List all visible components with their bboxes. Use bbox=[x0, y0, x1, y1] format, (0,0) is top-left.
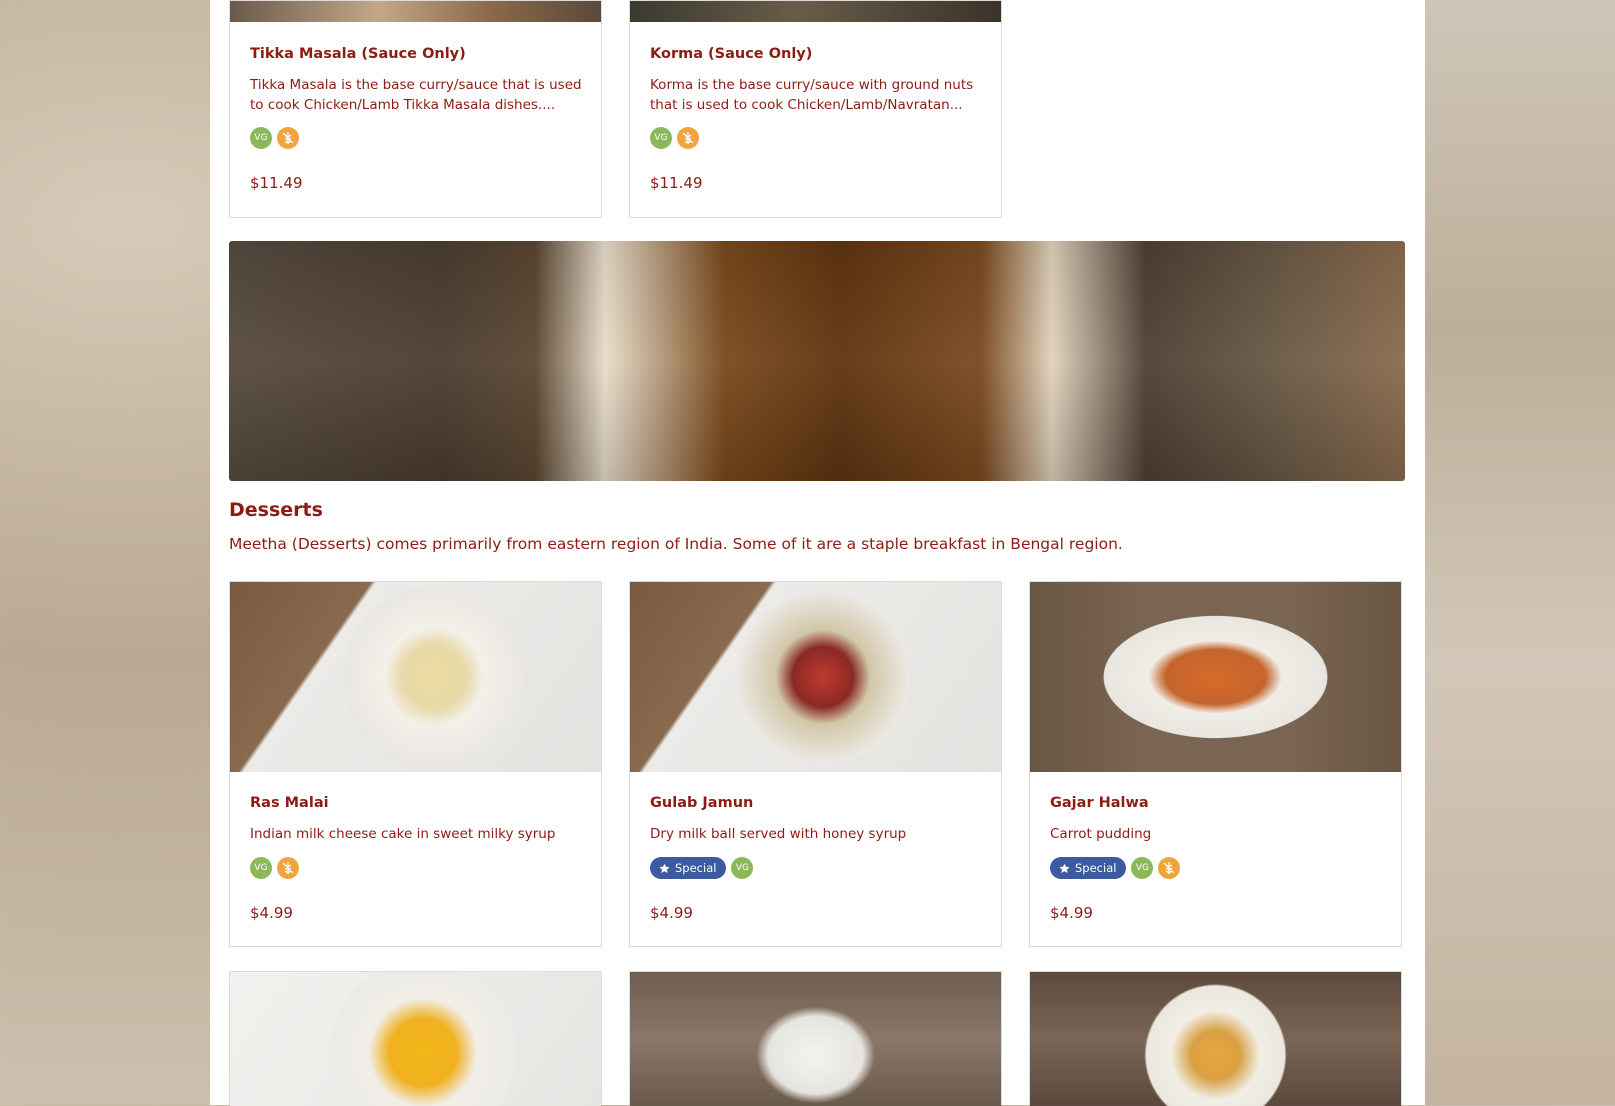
wheat-icon bbox=[1158, 857, 1181, 879]
item-name[interactable]: Gulab Jamun bbox=[650, 795, 753, 811]
special-badge: Special bbox=[650, 857, 727, 879]
background-right bbox=[1425, 0, 1615, 1105]
special-label: Special bbox=[675, 861, 717, 875]
item-tags: Special VG bbox=[650, 857, 754, 879]
menu-item-card[interactable]: Ras Malai Indian milk cheese cake in swe… bbox=[229, 581, 602, 947]
section-description: Meetha (Desserts) comes primarily from e… bbox=[229, 535, 1123, 553]
vg-icon: VG bbox=[1131, 857, 1154, 879]
special-badge: Special bbox=[1050, 857, 1127, 879]
item-image bbox=[230, 972, 601, 1106]
item-image bbox=[630, 1, 1001, 22]
special-label: Special bbox=[1075, 861, 1117, 875]
star-icon bbox=[1059, 862, 1070, 873]
menu-item-card[interactable]: Korma (Sauce Only) Korma is the base cur… bbox=[629, 0, 1002, 218]
item-price: $4.99 bbox=[650, 904, 693, 922]
menu-item-card[interactable]: Gulab Jamun Dry milk ball served with ho… bbox=[629, 581, 1002, 947]
item-tags: VG bbox=[250, 857, 299, 879]
section-banner-image bbox=[229, 241, 1405, 481]
item-image bbox=[230, 1, 601, 22]
item-price: $4.99 bbox=[250, 904, 293, 922]
item-tags: Special VG bbox=[1050, 857, 1181, 879]
item-description: Korma is the base curry/sauce with groun… bbox=[650, 77, 974, 113]
menu-item-card[interactable] bbox=[1029, 971, 1402, 1106]
item-name[interactable]: Korma (Sauce Only) bbox=[650, 46, 812, 62]
item-image bbox=[230, 582, 601, 772]
vg-icon: VG bbox=[250, 127, 272, 149]
wheat-icon bbox=[277, 857, 299, 879]
menu-item-card[interactable]: Gajar Halwa Carrot pudding Special VG $4… bbox=[1029, 581, 1402, 947]
star-icon bbox=[659, 862, 670, 873]
menu-item-card[interactable]: Tikka Masala (Sauce Only) Tikka Masala i… bbox=[229, 0, 602, 218]
menu-item-card[interactable] bbox=[229, 971, 602, 1106]
menu-item-card[interactable] bbox=[629, 971, 1002, 1106]
item-image bbox=[630, 582, 1001, 772]
vg-icon: VG bbox=[731, 857, 754, 879]
item-tags: VG bbox=[650, 127, 699, 149]
item-description: Indian milk cheese cake in sweet milky s… bbox=[250, 826, 556, 842]
item-image bbox=[1030, 582, 1401, 772]
item-description: Dry milk ball served with honey syrup bbox=[650, 826, 907, 842]
vg-icon: VG bbox=[650, 127, 672, 149]
item-price: $11.49 bbox=[650, 174, 703, 192]
item-image bbox=[1030, 972, 1401, 1106]
vg-icon: VG bbox=[250, 857, 272, 879]
item-description: Carrot pudding bbox=[1050, 826, 1152, 842]
item-name[interactable]: Ras Malai bbox=[250, 795, 329, 811]
wheat-icon bbox=[677, 127, 699, 149]
item-description: Tikka Masala is the base curry/sauce tha… bbox=[250, 77, 582, 113]
item-image bbox=[630, 972, 1001, 1106]
item-price: $11.49 bbox=[250, 174, 303, 192]
section-title: Desserts bbox=[229, 499, 323, 521]
item-tags: VG bbox=[250, 127, 299, 149]
item-name[interactable]: Tikka Masala (Sauce Only) bbox=[250, 46, 466, 62]
item-price: $4.99 bbox=[1050, 904, 1093, 922]
wheat-icon bbox=[277, 127, 299, 149]
item-name[interactable]: Gajar Halwa bbox=[1050, 795, 1149, 811]
